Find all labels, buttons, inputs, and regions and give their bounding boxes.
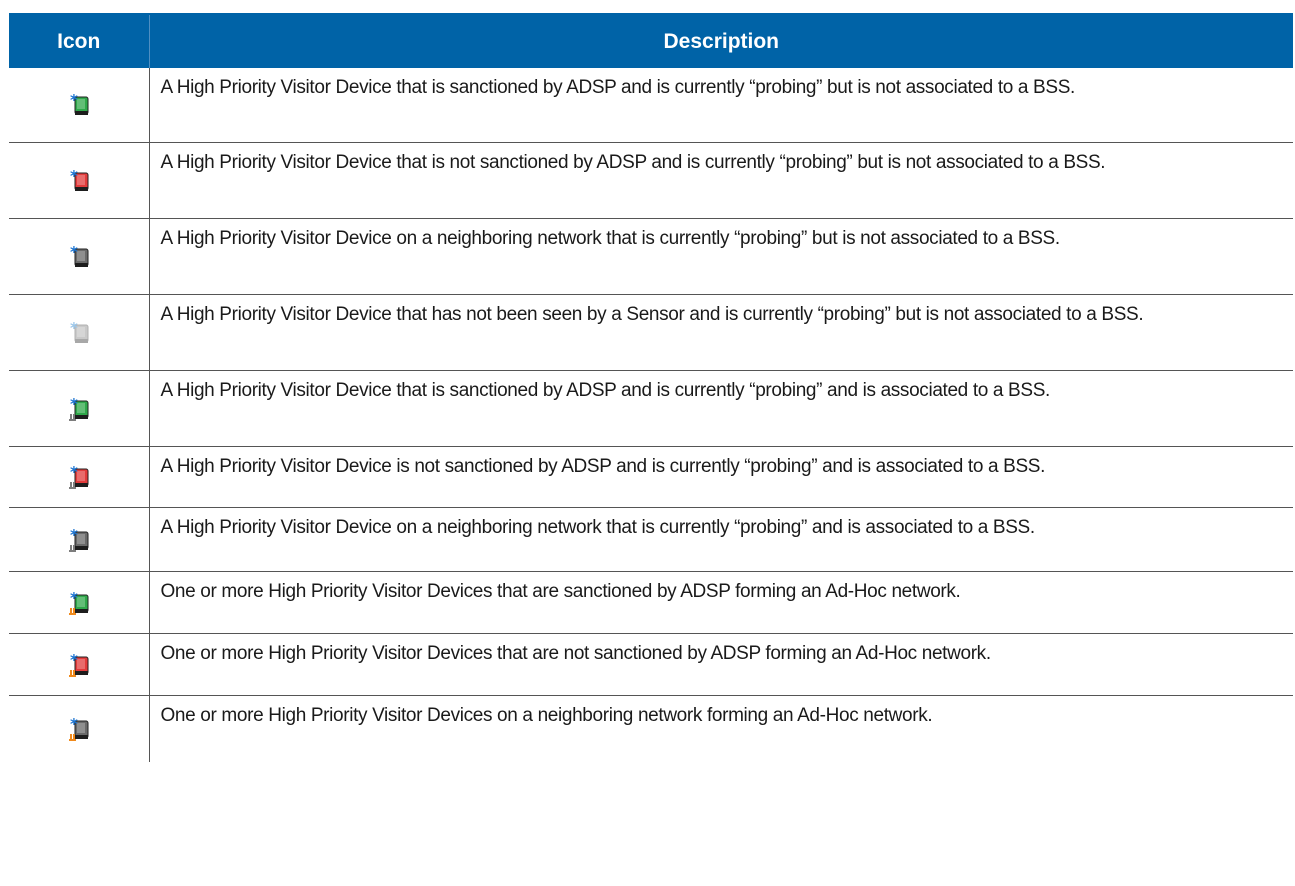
table-row: * A High Priority Visitor Device is not s… [9,446,1293,508]
description-cell: One or more High Priority Visitor Device… [160,705,933,726]
visitor-unsanctioned-adhoc-icon: * [68,652,92,678]
icon-cell: * [9,218,150,295]
icon-cell: * [9,370,150,447]
icon-column-header: Icon [9,13,150,68]
description-cell: A High Priority Visitor Device is not sa… [149,446,1293,508]
visitor-neighbor-adhoc-icon: * [68,716,92,742]
icon-cell: * [9,695,150,762]
description-column-header: Description [149,13,1293,68]
table-header-row: Icon Description [9,13,1293,68]
description-cell: A High Priority Visitor Device that is s… [149,370,1293,447]
svg-text:*: * [70,396,78,413]
description-cell: A High Priority Visitor Device that is n… [149,142,1293,219]
svg-text:*: * [70,320,78,337]
table-row: * A High Priority Visitor Device that is … [9,142,1293,219]
icon-cell: * [9,142,150,219]
visitor-sanctioned-associated-icon: * [68,396,92,422]
visitor-sanctioned-adhoc-icon: * [68,590,92,616]
visitor-sanctioned-probing-icon: * [68,92,92,118]
svg-text:*: * [70,168,78,185]
icon-cell: * [9,294,150,371]
icon-cell: * [9,633,150,696]
svg-text:*: * [70,652,78,669]
table-row: * A High Priority Visitor Device on a nei… [9,507,1293,572]
svg-text:*: * [70,527,78,544]
table-row: * One or more High Priority Visitor Devic… [9,571,1293,634]
icon-cell: * [9,571,150,634]
icon-cell: * [9,507,150,572]
table-row: * One or more High Priority Visitor Devic… [9,633,1293,696]
icon-cell: * [9,68,150,143]
description-cell: One or more High Priority Visitor Device… [149,633,1293,696]
svg-text:*: * [70,716,78,733]
svg-text:*: * [70,92,78,109]
svg-text:*: * [70,590,78,607]
table-row: * A High Priority Visitor Device that has… [9,294,1293,371]
icon-legend-table: Icon Description * A High Priority Visito… [9,13,1293,762]
icon-cell: * [9,446,150,508]
visitor-neighbor-associated-icon: * [68,527,92,553]
table-row: * A High Priority Visitor Device that is … [9,370,1293,447]
table-row: * One or more High Priority Visitor Devic… [9,695,1293,762]
description-cell: A High Priority Visitor Device on a neig… [149,507,1293,572]
table-row: * A High Priority Visitor Device that is … [9,68,1293,143]
svg-text:*: * [70,244,78,261]
description-cell: A High Priority Visitor Device that is s… [149,68,1293,143]
visitor-neighbor-probing-icon: * [68,244,92,270]
visitor-unsanctioned-probing-icon: * [68,168,92,194]
visitor-unseen-probing-icon: * [68,320,92,346]
visitor-unsanctioned-associated-icon: * [68,464,92,490]
description-cell: A High Priority Visitor Device on a neig… [149,218,1293,295]
svg-text:*: * [70,464,78,481]
description-cell: One or more High Priority Visitor Device… [149,571,1293,634]
description-cell: A High Priority Visitor Device that has … [149,294,1293,371]
table-row: * A High Priority Visitor Device on a nei… [9,218,1293,295]
